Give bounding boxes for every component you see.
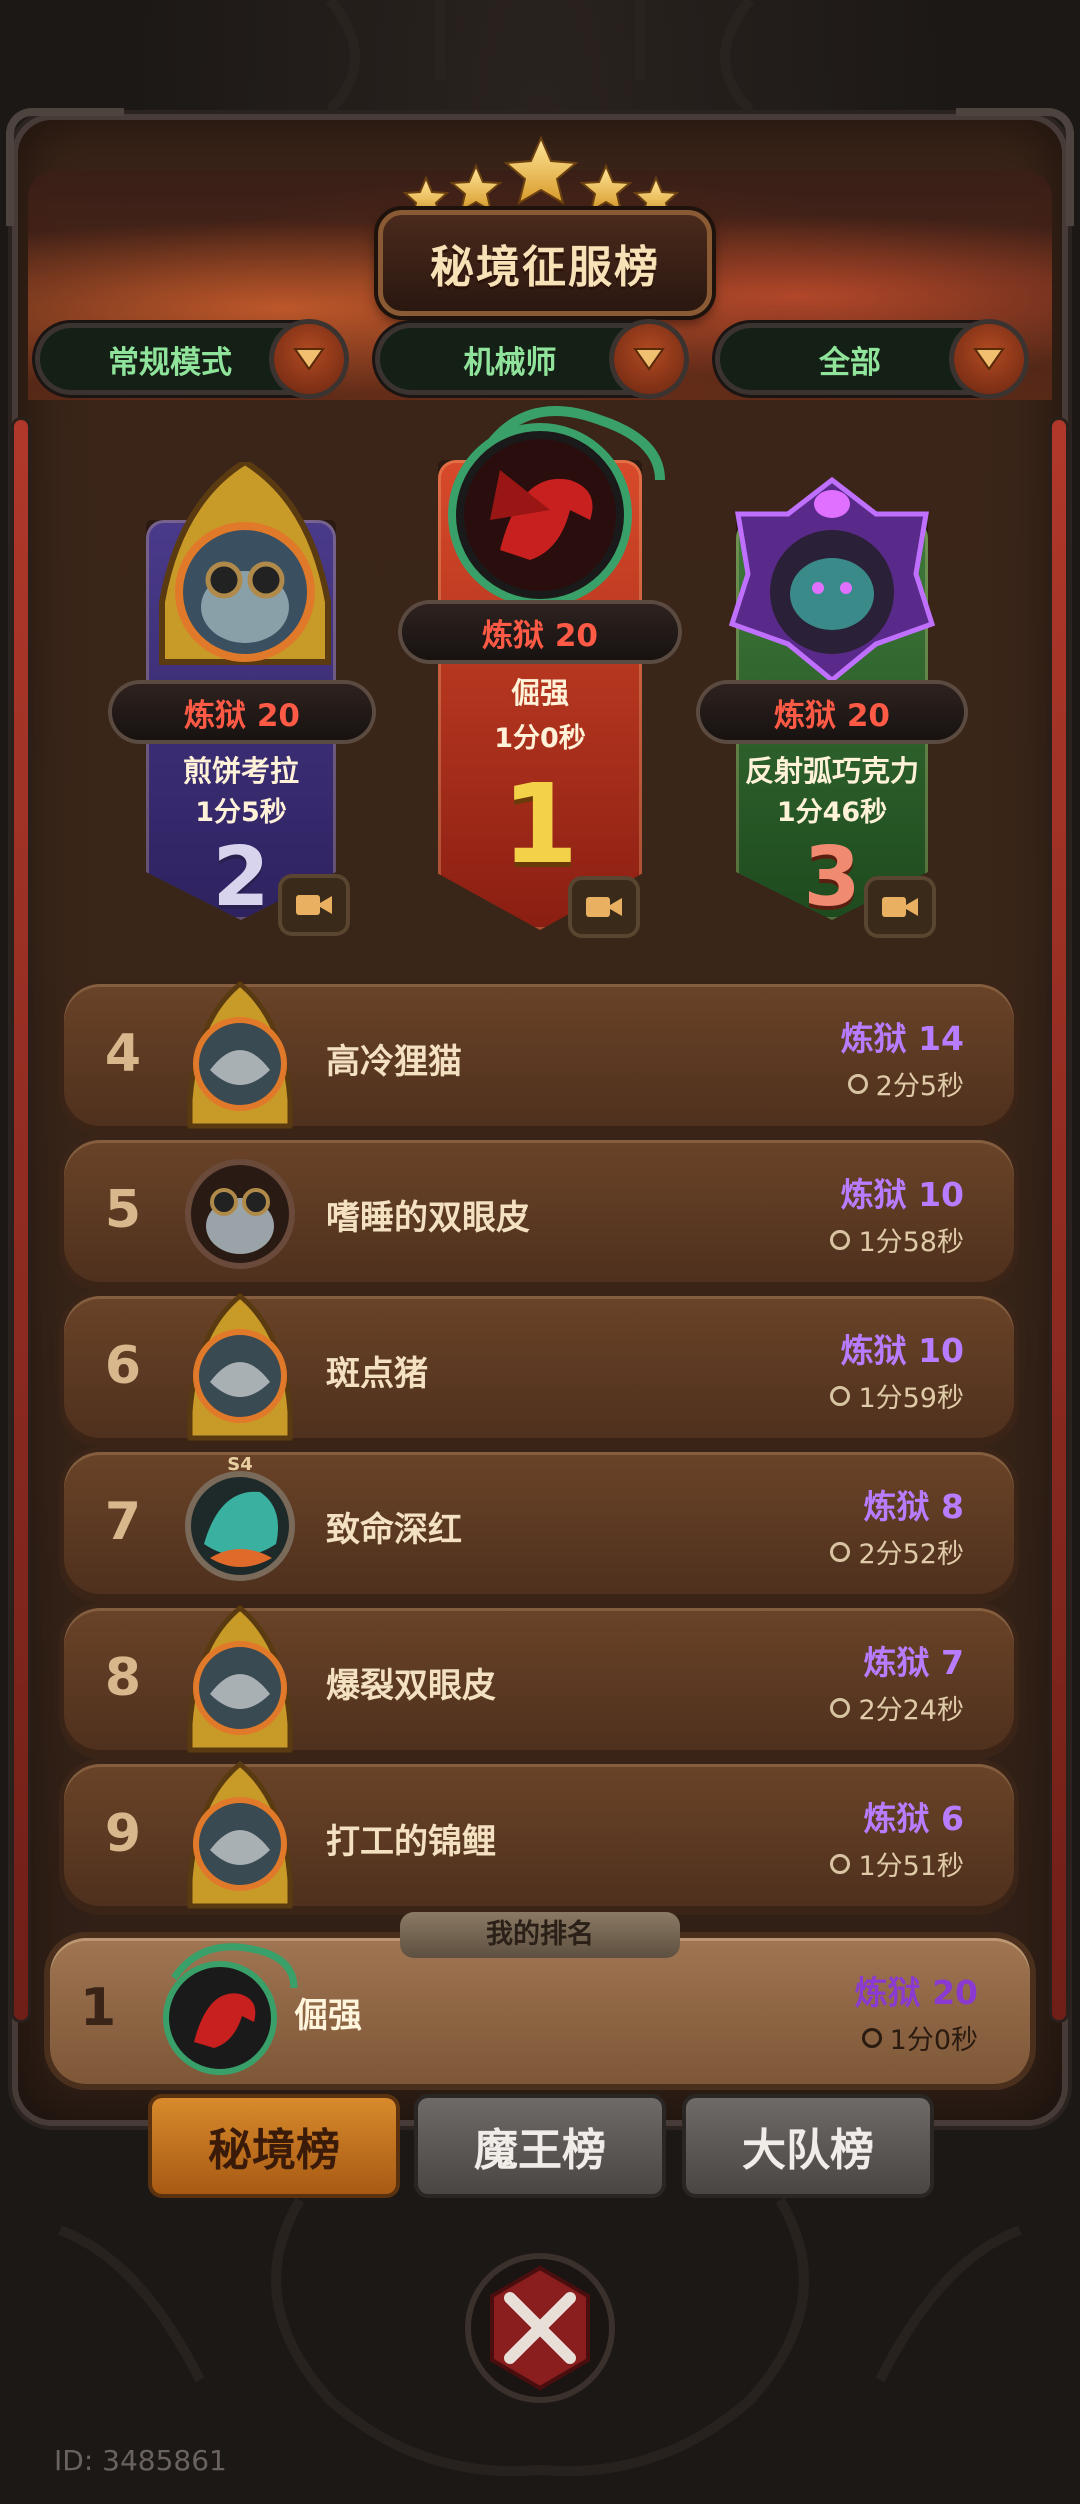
clock-icon bbox=[830, 1229, 851, 1250]
row-time: 2分52秒 bbox=[830, 1532, 964, 1571]
row-time: 1分59秒 bbox=[830, 1376, 964, 1415]
tab-secret-realm[interactable]: 秘境榜 bbox=[152, 2098, 396, 2194]
my-rank-row[interactable]: 1 倔强 炼狱 20 1分0秒 bbox=[50, 1938, 1030, 2084]
my-rank-number: 1 bbox=[80, 1978, 117, 2038]
row-level: 炼狱 10 bbox=[840, 1331, 964, 1370]
row-rank: 5 bbox=[104, 1180, 142, 1240]
corner-ornament-left bbox=[6, 108, 124, 226]
replay-video-icon[interactable] bbox=[282, 878, 346, 932]
replay-video-icon[interactable] bbox=[868, 880, 932, 934]
goggles-koala-icon bbox=[185, 1159, 295, 1269]
row-rank: 8 bbox=[104, 1648, 142, 1708]
podium-third-level: 炼狱 20 bbox=[700, 684, 964, 740]
right-rail bbox=[1052, 420, 1066, 2020]
page-title: 秘境征服榜 bbox=[430, 242, 660, 293]
row-name: 斑点猪 bbox=[326, 1354, 428, 1394]
my-rank-name: 倔强 bbox=[294, 1996, 362, 2036]
row-time: 1分51秒 bbox=[830, 1844, 964, 1883]
podium-second-time: 1分5秒 bbox=[195, 797, 287, 828]
rocket-koala-avatar-icon[interactable] bbox=[150, 462, 340, 682]
podium-first-level: 炼狱 20 bbox=[402, 604, 678, 660]
list-item[interactable]: 6 斑点猪 炼狱 10 1分59秒 bbox=[64, 1292, 1014, 1442]
clock-icon bbox=[847, 1073, 868, 1094]
row-time-text: 1分59秒 bbox=[858, 1383, 964, 1414]
left-rail bbox=[14, 420, 28, 2020]
row-rank: 6 bbox=[104, 1336, 142, 1396]
season-badge: S4 bbox=[227, 1454, 253, 1475]
row-rank: 4 bbox=[104, 1024, 142, 1084]
star-icon bbox=[503, 135, 579, 206]
podium-second-level: 炼狱 20 bbox=[112, 684, 372, 740]
dragon-s4-icon: S4 bbox=[185, 1454, 295, 1581]
filter-class[interactable]: 机械师 bbox=[380, 324, 684, 394]
octopus-avatar-icon[interactable] bbox=[726, 474, 938, 686]
rocket-cat-icon bbox=[187, 1760, 293, 1909]
chevron-down-icon[interactable] bbox=[614, 324, 684, 394]
row-time-text: 1分51秒 bbox=[858, 1851, 964, 1882]
tab-squad[interactable]: 大队榜 bbox=[686, 2098, 930, 2194]
podium-second-name: 煎饼考拉 bbox=[182, 754, 299, 788]
row-name: 嗜睡的双眼皮 bbox=[326, 1198, 530, 1238]
my-rank-time: 1分0秒 bbox=[861, 2018, 978, 2057]
row-rank: 9 bbox=[104, 1804, 142, 1864]
row-name: 打工的锦鲤 bbox=[326, 1822, 496, 1862]
row-name: 致命深红 bbox=[326, 1510, 462, 1550]
row-level: 炼狱 8 bbox=[863, 1487, 964, 1526]
rocket-cat-icon bbox=[187, 1604, 293, 1753]
podium-third-time: 1分46秒 bbox=[776, 797, 888, 828]
list-item[interactable]: 4 高冷狸猫 炼狱 14 2分5秒 bbox=[64, 980, 1014, 1130]
list-item[interactable]: 8 爆裂双眼皮 炼狱 7 2分24秒 bbox=[64, 1604, 1014, 1754]
row-time-text: 2分24秒 bbox=[858, 1695, 964, 1726]
my-rank-time-text: 1分0秒 bbox=[889, 2025, 978, 2056]
clock-icon bbox=[861, 2027, 882, 2048]
row-level: 炼狱 14 bbox=[840, 1019, 964, 1058]
my-rank-label: 我的排名 bbox=[400, 1912, 680, 1958]
list-item[interactable]: 9 打工的锦鲤 炼狱 6 1分51秒 bbox=[64, 1760, 1014, 1910]
row-time-text: 2分5秒 bbox=[875, 1071, 964, 1102]
star-icon bbox=[579, 163, 633, 214]
filter-scope[interactable]: 全部 bbox=[720, 324, 1024, 394]
podium-first-time: 1分0秒 bbox=[494, 723, 586, 754]
tab-demon-king[interactable]: 魔王榜 bbox=[418, 2098, 662, 2194]
list-item[interactable]: 5 嗜睡的双眼皮 炼狱 10 1分58秒 bbox=[64, 1140, 1014, 1286]
row-name: 爆裂双眼皮 bbox=[326, 1666, 496, 1706]
rocket-cat-icon bbox=[187, 1292, 293, 1441]
row-time: 2分24秒 bbox=[830, 1688, 964, 1727]
filter-mode[interactable]: 常规模式 bbox=[40, 324, 344, 394]
row-time-text: 2分52秒 bbox=[858, 1539, 964, 1570]
rocket-cat-icon bbox=[187, 980, 293, 1129]
row-rank: 7 bbox=[104, 1492, 142, 1552]
dragon-avatar-icon bbox=[163, 1943, 298, 2075]
row-time: 1分58秒 bbox=[830, 1220, 964, 1259]
row-name: 高冷狸猫 bbox=[326, 1042, 462, 1082]
row-time: 2分5秒 bbox=[847, 1064, 964, 1103]
dragon-avatar-icon[interactable] bbox=[440, 400, 670, 620]
clock-icon bbox=[830, 1853, 851, 1874]
close-icon[interactable] bbox=[464, 2252, 616, 2404]
chevron-down-icon[interactable] bbox=[954, 324, 1024, 394]
replay-video-icon[interactable] bbox=[572, 880, 636, 934]
player-id: ID: 3485861 bbox=[54, 2444, 227, 2477]
podium-first-rank: 1 bbox=[501, 760, 579, 888]
row-level: 炼狱 10 bbox=[840, 1175, 964, 1214]
clock-icon bbox=[830, 1541, 851, 1562]
star-icon bbox=[449, 163, 503, 214]
list-item[interactable]: 7 S4 致命深红 炼狱 8 2分52秒 bbox=[64, 1452, 1014, 1598]
clock-icon bbox=[830, 1697, 851, 1718]
podium-third-name: 反射弧巧克力 bbox=[744, 754, 919, 788]
row-level: 炼狱 7 bbox=[863, 1643, 964, 1682]
row-level: 炼狱 6 bbox=[863, 1799, 964, 1838]
clock-icon bbox=[830, 1385, 851, 1406]
corner-ornament-right bbox=[956, 108, 1074, 226]
my-rank-level: 炼狱 20 bbox=[854, 1973, 978, 2012]
chevron-down-icon[interactable] bbox=[274, 324, 344, 394]
podium-first-name: 倔强 bbox=[510, 676, 569, 710]
title-plate: 秘境征服榜 bbox=[378, 210, 712, 316]
row-time-text: 1分58秒 bbox=[858, 1227, 964, 1258]
